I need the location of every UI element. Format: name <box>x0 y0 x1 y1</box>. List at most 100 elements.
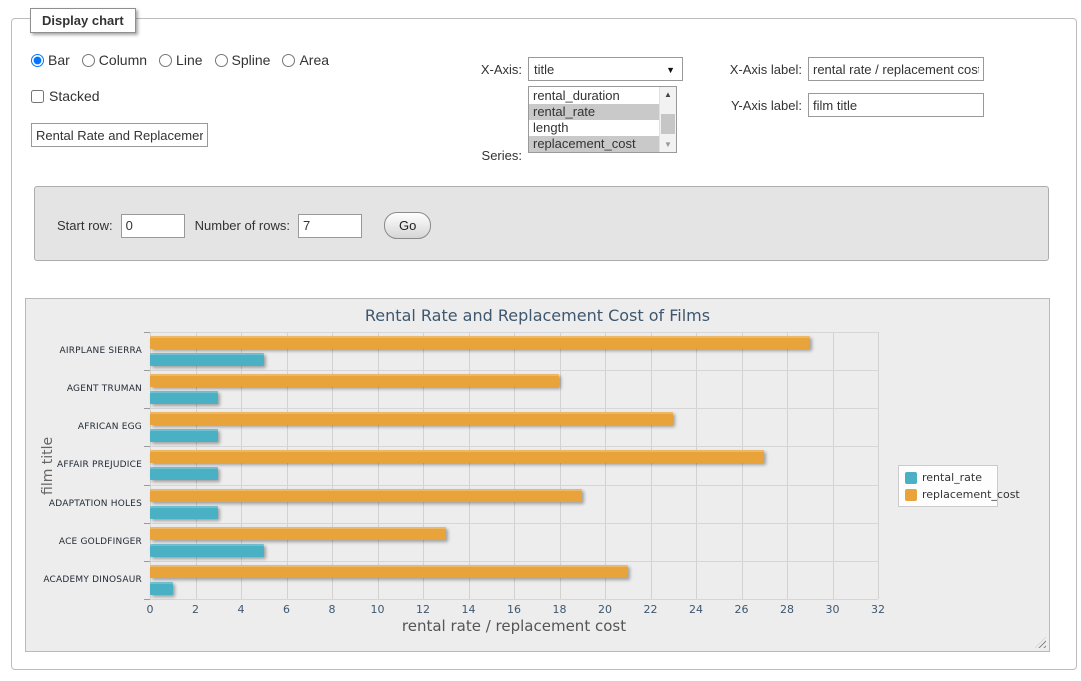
grid-line-vertical <box>605 332 606 599</box>
bar-rental_rate <box>150 467 218 480</box>
grid-line-vertical <box>560 332 561 599</box>
x-tick-label: 26 <box>735 603 749 616</box>
radio-bar-input[interactable] <box>31 54 44 67</box>
bar-replacement_cost <box>150 374 559 387</box>
x-tick-label: 24 <box>689 603 703 616</box>
x-tick-label: 6 <box>283 603 290 616</box>
radio-spline-label: Spline <box>232 52 271 68</box>
grid-line-vertical <box>241 332 242 599</box>
grid-line-horizontal <box>150 523 878 524</box>
stacked-checkbox-row[interactable]: Stacked <box>31 88 100 104</box>
bar-rental_rate <box>150 391 218 404</box>
series-option[interactable]: rental_duration <box>529 88 659 104</box>
display-chart-panel: Display chart Bar Column Line Spline Are… <box>11 18 1077 670</box>
grid-line-horizontal <box>150 599 878 600</box>
x-axis-title: rental rate / replacement cost <box>150 617 878 635</box>
chart-title-input[interactable] <box>31 123 208 147</box>
x-tick-label: 32 <box>871 603 885 616</box>
start-row-input[interactable] <box>121 214 185 238</box>
x-tick-label: 0 <box>147 603 154 616</box>
radio-line-label: Line <box>176 52 202 68</box>
x-tick-label: 10 <box>371 603 385 616</box>
bar-replacement_cost <box>150 412 673 425</box>
num-rows-input[interactable] <box>298 214 362 238</box>
scroll-up-icon[interactable]: ▲ <box>660 87 676 102</box>
row-range-box: Start row: Number of rows: Go <box>34 186 1049 261</box>
chart-title: Rental Rate and Replacement Cost of Film… <box>26 306 1049 325</box>
plot-area: 02468101214161820222426283032AIRPLANE SI… <box>150 332 878 599</box>
scrollbar-thumb[interactable] <box>661 114 675 134</box>
x-tick-label: 14 <box>462 603 476 616</box>
bar-rental_rate <box>150 544 264 557</box>
legend-item[interactable]: rental_rate <box>905 471 991 484</box>
grid-line-vertical <box>423 332 424 599</box>
radio-line[interactable]: Line <box>159 52 202 68</box>
bar-rental_rate <box>150 582 173 595</box>
y-tick-mark <box>144 332 150 333</box>
xaxis-label-input[interactable] <box>808 57 984 81</box>
num-rows-label: Number of rows: <box>195 218 290 233</box>
grid-line-horizontal <box>150 446 878 447</box>
grid-line-vertical <box>833 332 834 599</box>
radio-bar[interactable]: Bar <box>31 52 70 68</box>
legend-label: replacement_cost <box>922 488 1020 501</box>
x-tick-label: 8 <box>329 603 336 616</box>
legend-label: rental_rate <box>922 471 982 484</box>
y-tick-mark <box>144 561 150 562</box>
bar-replacement_cost <box>150 489 582 502</box>
yaxis-label-input[interactable] <box>808 93 984 117</box>
grid-line-vertical <box>787 332 788 599</box>
series-listbox[interactable]: rental_durationrental_ratelengthreplacem… <box>528 86 677 153</box>
radio-area[interactable]: Area <box>282 52 329 68</box>
xaxis-select-value: title <box>529 58 682 81</box>
grid-line-vertical <box>878 332 879 599</box>
yaxis-label-field-label: Y-Axis label: <box>702 98 802 113</box>
series-options: rental_durationrental_ratelengthreplacem… <box>529 87 659 152</box>
radio-spline-input[interactable] <box>215 54 228 67</box>
resize-handle-icon[interactable] <box>1035 637 1046 648</box>
y-tick-mark <box>144 523 150 524</box>
chart-container: Rental Rate and Replacement Cost of Film… <box>25 298 1050 652</box>
legend-item[interactable]: replacement_cost <box>905 488 991 501</box>
bar-replacement_cost <box>150 336 810 349</box>
radio-spline[interactable]: Spline <box>215 52 271 68</box>
category-label: AFRICAN EGG <box>22 422 142 432</box>
grid-line-horizontal <box>150 561 878 562</box>
legend-swatch-icon <box>905 472 917 484</box>
category-label: ACADEMY DINOSAUR <box>22 575 142 585</box>
scroll-down-icon[interactable]: ▼ <box>660 137 676 152</box>
y-tick-mark <box>144 485 150 486</box>
bar-replacement_cost <box>150 565 628 578</box>
x-tick-label: 22 <box>644 603 658 616</box>
grid-line-vertical <box>378 332 379 599</box>
stacked-label: Stacked <box>49 88 100 104</box>
grid-line-vertical <box>287 332 288 599</box>
series-scrollbar[interactable]: ▲ ▼ <box>659 87 676 152</box>
x-tick-label: 30 <box>826 603 840 616</box>
series-option[interactable]: rental_rate <box>529 104 659 120</box>
grid-line-vertical <box>742 332 743 599</box>
bar-rental_rate <box>150 429 218 442</box>
go-button[interactable]: Go <box>384 212 431 239</box>
x-tick-label: 12 <box>416 603 430 616</box>
radio-column-label: Column <box>99 52 147 68</box>
category-label: ADAPTATION HOLES <box>22 499 142 509</box>
stacked-checkbox[interactable] <box>31 90 44 103</box>
radio-column-input[interactable] <box>82 54 95 67</box>
grid-line-horizontal <box>150 332 878 333</box>
xaxis-label-field-label: X-Axis label: <box>702 62 802 77</box>
series-option[interactable]: length <box>529 120 659 136</box>
radio-area-label: Area <box>299 52 329 68</box>
bar-replacement_cost <box>150 450 764 463</box>
series-option[interactable]: replacement_cost <box>529 136 659 152</box>
chevron-down-icon: ▼ <box>666 65 675 75</box>
xaxis-select[interactable]: title ▼ <box>528 57 683 81</box>
radio-line-input[interactable] <box>159 54 172 67</box>
x-tick-label: 2 <box>192 603 199 616</box>
grid-line-horizontal <box>150 370 878 371</box>
panel-title: Display chart <box>30 8 136 33</box>
x-tick-label: 18 <box>553 603 567 616</box>
legend-swatch-icon <box>905 489 917 501</box>
radio-area-input[interactable] <box>282 54 295 67</box>
radio-column[interactable]: Column <box>82 52 147 68</box>
